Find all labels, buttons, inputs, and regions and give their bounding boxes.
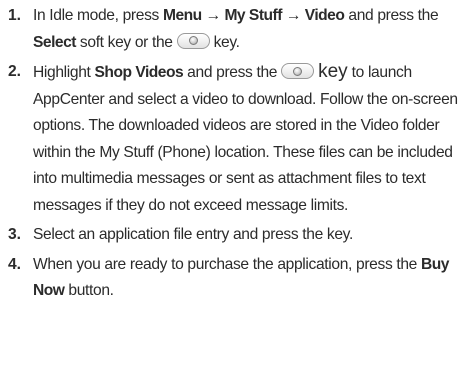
step-text: and press the	[183, 64, 282, 81]
ok-key-glyph	[188, 36, 198, 45]
ok-key-glyph	[293, 66, 303, 76]
select-label: Select	[33, 33, 76, 51]
step-4: 4. When you are ready to purchase the ap…	[0, 252, 472, 305]
arrow-icon: →	[201, 7, 225, 24]
step-text: key.	[209, 33, 240, 51]
video-label: Video	[304, 7, 345, 24]
shop-videos-label: Shop Videos	[94, 64, 184, 81]
step-number: 2.	[8, 63, 22, 80]
step-text: and press the	[344, 7, 439, 24]
menu-label: Menu	[162, 7, 202, 24]
arrow-icon: →	[281, 7, 305, 24]
instruction-steps: 1. In Idle mode, press Menu → My Stuff →…	[0, 3, 472, 308]
step-text: to launch AppCenter and select a video t…	[33, 64, 458, 214]
step-text: soft key or the	[75, 33, 177, 51]
step-1: 1. In Idle mode, press Menu → My Stuff →…	[0, 3, 472, 56]
my-stuff-label: My Stuff	[224, 7, 282, 24]
step-text: When you are ready to purchase the appli…	[33, 255, 421, 273]
key-label: key	[318, 61, 348, 82]
step-text: In Idle mode, press	[33, 7, 163, 24]
step-text: button.	[64, 282, 114, 299]
ok-key-icon	[281, 63, 315, 79]
ok-key-icon	[176, 32, 210, 49]
step-text: Highlight	[33, 64, 95, 81]
step-2: 2. Highlight Shop Videos and press the k…	[0, 59, 472, 219]
step-3: 3. Select an application file entry and …	[0, 222, 472, 249]
step-number: 3.	[8, 226, 22, 243]
step-number: 4.	[8, 255, 22, 273]
step-number: 1.	[8, 7, 22, 24]
step-text: Select an application file entry and pre…	[33, 226, 353, 243]
